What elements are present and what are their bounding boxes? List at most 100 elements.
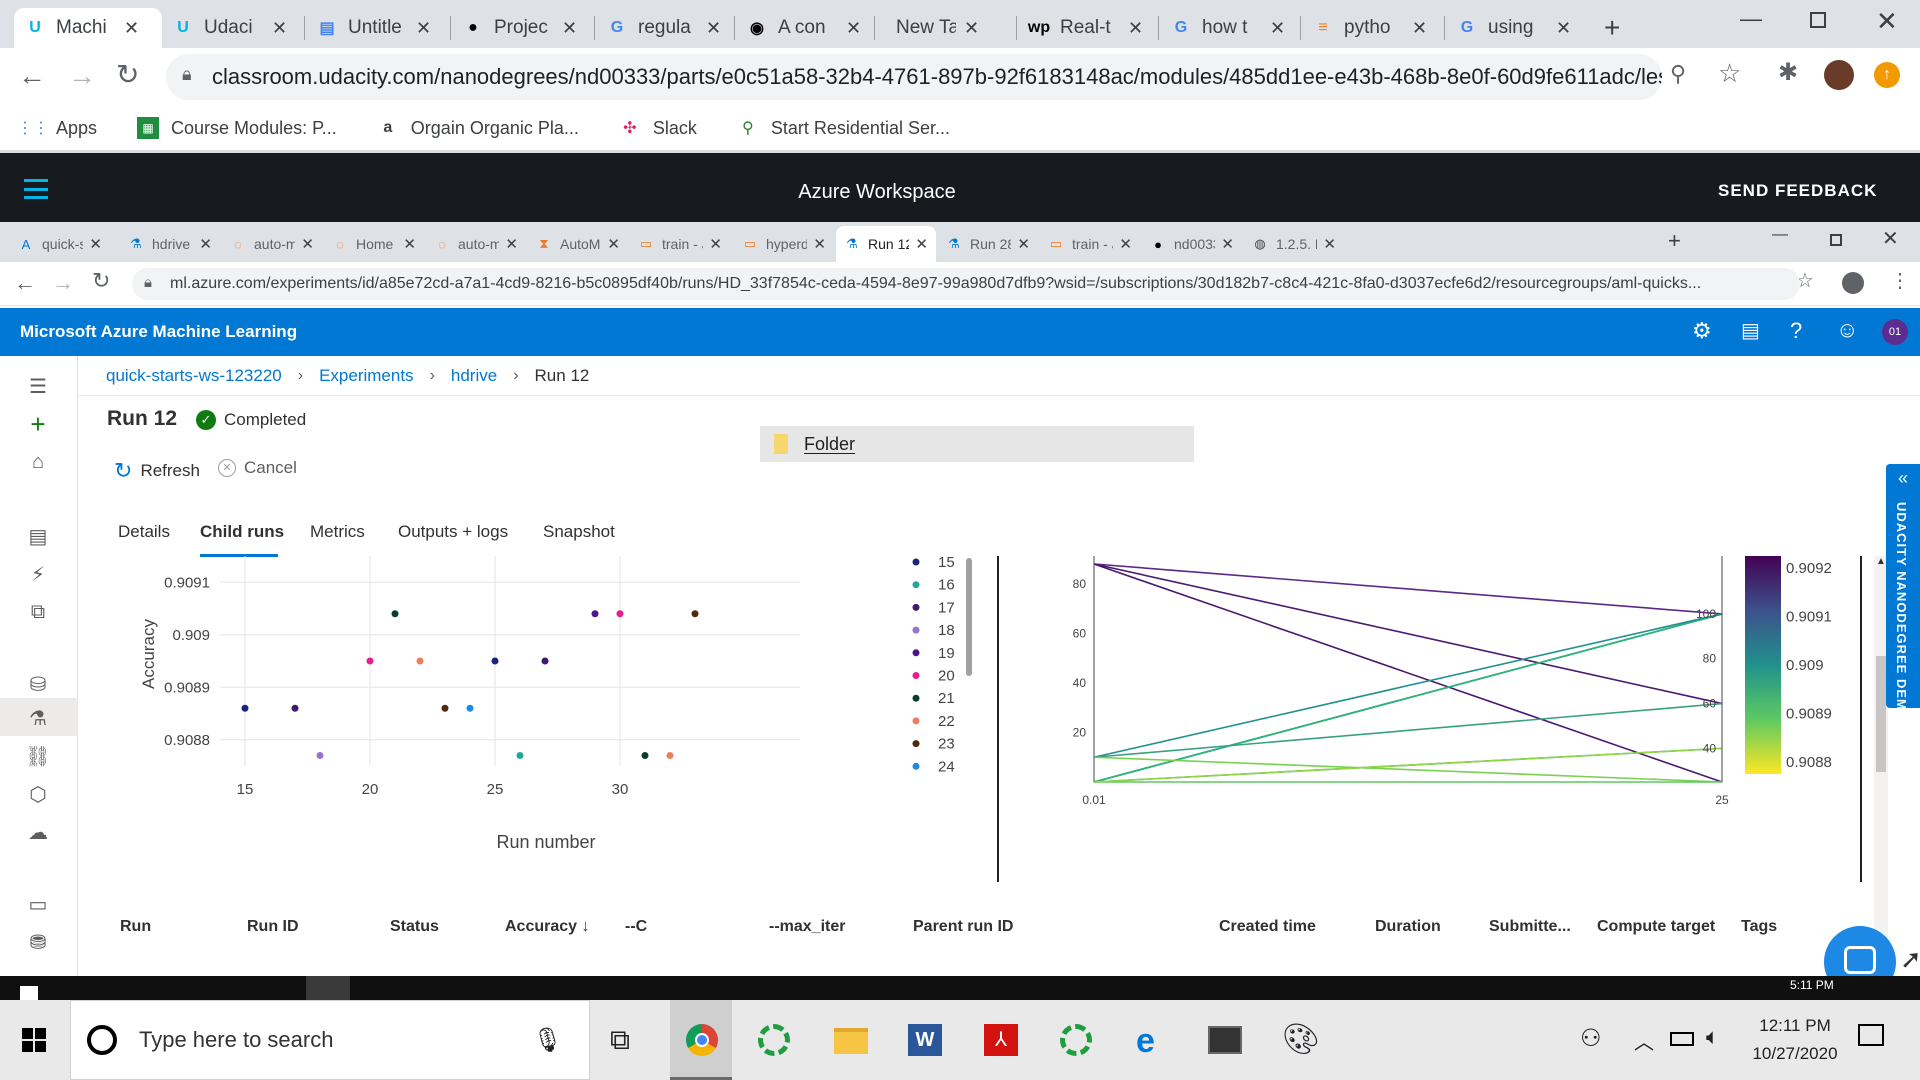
cancel-button[interactable]: ✕ Cancel bbox=[218, 458, 297, 478]
bookmark-start-residential[interactable]: ⚲ Start Residential Ser... bbox=[737, 117, 950, 139]
close-tab-icon[interactable]: ✕ bbox=[1128, 18, 1143, 39]
legend-label[interactable]: 22 bbox=[938, 713, 955, 730]
nav-datastores-icon[interactable]: ⛃ bbox=[24, 928, 52, 956]
outer-tab[interactable]: Gregula ✕ bbox=[596, 8, 736, 48]
clock-time[interactable]: 12:11 PM bbox=[1750, 1016, 1840, 1036]
col-status[interactable]: Status bbox=[390, 918, 439, 936]
task-view-icon[interactable]: ⧉ bbox=[610, 1024, 630, 1057]
nav-designer-icon[interactable]: ⧉ bbox=[24, 598, 52, 626]
windows-start-icon[interactable] bbox=[22, 1028, 46, 1052]
bookmark-slack[interactable]: ✣ Slack bbox=[619, 117, 697, 139]
zoom-icon[interactable]: ⚲ bbox=[1670, 61, 1686, 87]
close-tab-icon[interactable]: ✕ bbox=[505, 235, 518, 253]
inner-new-tab-button[interactable]: + bbox=[1668, 228, 1681, 254]
scatter-point[interactable] bbox=[616, 610, 624, 618]
nav-compute-icon[interactable]: ▭ bbox=[24, 890, 52, 918]
parcoord-line[interactable] bbox=[1093, 756, 1723, 783]
inner-back-icon[interactable]: ← bbox=[14, 270, 36, 296]
legend-label[interactable]: 17 bbox=[938, 599, 955, 616]
udacity-side-tab[interactable]: « UDACITY NANODEGREE DEMO bbox=[1886, 464, 1920, 722]
nav-datasets-icon[interactable]: ⛁ bbox=[24, 670, 52, 698]
inner-taskbar-chrome[interactable] bbox=[306, 976, 350, 1000]
tray-chevron-icon[interactable]: ︿ bbox=[1634, 1026, 1654, 1055]
nav-endpoints-icon[interactable]: ☁ bbox=[24, 818, 52, 846]
scatter-point[interactable] bbox=[541, 657, 549, 665]
bookmark-course-modules[interactable]: ▦ Course Modules: P... bbox=[137, 117, 337, 139]
col-duration[interactable]: Duration bbox=[1375, 918, 1441, 936]
nav-new-icon[interactable]: + bbox=[24, 409, 52, 439]
close-tab-icon[interactable]: ✕ bbox=[562, 18, 577, 39]
inner-tab[interactable]: ⚗ Run 28 ✕ bbox=[938, 226, 1038, 262]
legend-label[interactable]: 18 bbox=[938, 622, 955, 639]
tab-snapshot[interactable]: Snapshot bbox=[543, 522, 615, 542]
col-compute-target[interactable]: Compute target bbox=[1597, 918, 1715, 936]
close-tab-icon[interactable]: ✕ bbox=[416, 18, 431, 39]
bookmark-orgain[interactable]: a Orgain Organic Pla... bbox=[377, 117, 579, 139]
taskbar-paint-icon[interactable]: 🎨︎ bbox=[1282, 1022, 1320, 1057]
restore-button[interactable] bbox=[1810, 12, 1826, 28]
close-tab-icon[interactable]: ✕ bbox=[607, 235, 620, 253]
parcoord-line[interactable] bbox=[1093, 747, 1723, 783]
close-tab-icon[interactable]: ✕ bbox=[813, 235, 826, 253]
bookmark-apps[interactable]: ⋮⋮ Apps bbox=[17, 117, 97, 139]
parcoord-line[interactable] bbox=[1093, 563, 1723, 615]
col-max-iter[interactable]: --max_iter bbox=[769, 918, 845, 936]
nav-automl-icon[interactable]: ⚡︎ bbox=[24, 560, 52, 588]
breadcrumb-workspace[interactable]: quick-starts-ws-123220 bbox=[106, 366, 282, 386]
inner-close-window-button[interactable]: ✕ bbox=[1882, 226, 1899, 251]
scatter-point[interactable] bbox=[291, 704, 299, 712]
close-tab-icon[interactable]: ✕ bbox=[124, 18, 139, 39]
taskbar-edge-icon[interactable]: e bbox=[1136, 1022, 1155, 1061]
legend-label[interactable]: 15 bbox=[938, 556, 955, 571]
parcoord-line[interactable] bbox=[1093, 613, 1723, 783]
inner-start-icon[interactable] bbox=[20, 986, 38, 1000]
feedback-smiley-icon[interactable]: ☺ bbox=[1836, 317, 1858, 343]
scatter-point[interactable] bbox=[516, 752, 524, 759]
profile-avatar[interactable] bbox=[1824, 60, 1854, 90]
scatter-point[interactable] bbox=[366, 657, 374, 665]
close-tab-icon[interactable]: ✕ bbox=[1412, 18, 1427, 39]
inner-tab[interactable]: ▭ train - J ✕ bbox=[1040, 226, 1140, 262]
col-run[interactable]: Run bbox=[120, 918, 151, 936]
tab-child-runs[interactable]: Child runs bbox=[200, 522, 284, 542]
inner-tab[interactable]: ▭ train - J ✕ bbox=[630, 226, 730, 262]
breadcrumb-experiments[interactable]: Experiments bbox=[319, 366, 413, 386]
legend-label[interactable]: 24 bbox=[938, 758, 955, 775]
inner-profile-icon[interactable] bbox=[1842, 272, 1864, 294]
update-icon[interactable]: ↑ bbox=[1874, 62, 1900, 88]
inner-reload-icon[interactable]: ↻ bbox=[92, 268, 110, 294]
inner-tab[interactable]: ● nd0033 ✕ bbox=[1142, 226, 1242, 262]
outer-tab[interactable]: ▤ Untitle ✕ bbox=[306, 8, 452, 48]
tab-metrics[interactable]: Metrics bbox=[310, 522, 365, 542]
scatter-point[interactable] bbox=[641, 752, 649, 759]
outer-tab[interactable]: U Machi ✕ bbox=[14, 8, 162, 48]
col-run-id[interactable]: Run ID bbox=[247, 918, 299, 936]
scatter-point[interactable] bbox=[391, 610, 399, 618]
close-tab-icon[interactable]: ✕ bbox=[1017, 235, 1030, 253]
taskbar-acrobat-icon[interactable]: ⅄ bbox=[984, 1024, 1018, 1056]
scatter-point[interactable] bbox=[441, 704, 449, 712]
inner-kebab-icon[interactable]: ⋮ bbox=[1890, 268, 1910, 293]
nav-home-icon[interactable]: ⌂ bbox=[24, 448, 52, 476]
inner-tab[interactable]: ⚗ Run 12 ✕ bbox=[836, 226, 936, 262]
col-created-time[interactable]: Created time bbox=[1219, 918, 1316, 936]
reload-icon[interactable]: ↻ bbox=[116, 58, 139, 91]
outer-tab[interactable]: wp Real-t ✕ bbox=[1018, 8, 1160, 48]
close-tab-icon[interactable]: ✕ bbox=[301, 235, 314, 253]
bookmark-star-icon[interactable]: ☆ bbox=[1718, 58, 1741, 89]
scroll-thumb[interactable] bbox=[1876, 656, 1886, 772]
close-tab-icon[interactable]: ✕ bbox=[1119, 235, 1132, 253]
close-tab-icon[interactable]: ✕ bbox=[1323, 235, 1336, 253]
col-tags[interactable]: Tags bbox=[1741, 918, 1777, 936]
close-window-button[interactable]: ✕ bbox=[1876, 6, 1898, 37]
nav-experiments-icon[interactable]: ⚗ bbox=[24, 704, 52, 732]
scatter-point[interactable] bbox=[691, 610, 699, 618]
inner-tab[interactable]: ⧗ AutoMl ✕ bbox=[528, 226, 628, 262]
scatter-point[interactable] bbox=[466, 704, 474, 712]
inner-minimize-button[interactable]: — bbox=[1772, 226, 1788, 244]
taskbar-file-explorer-icon[interactable] bbox=[834, 1028, 868, 1054]
new-tab-button[interactable]: + bbox=[1604, 12, 1620, 44]
breadcrumb-hdrive[interactable]: hdrive bbox=[451, 366, 497, 386]
col-accuracy[interactable]: Accuracy ↓ bbox=[505, 918, 590, 936]
legend-label[interactable]: 23 bbox=[938, 736, 955, 753]
